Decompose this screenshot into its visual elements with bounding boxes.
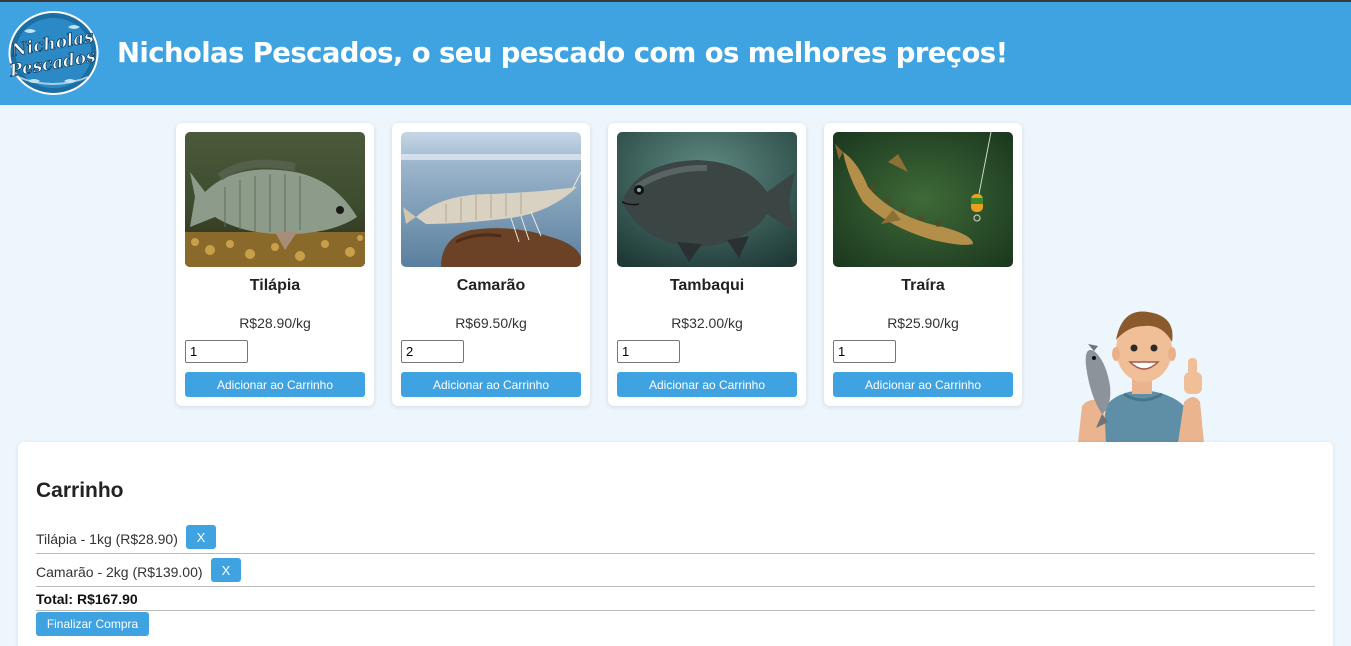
page-title: Nicholas Pescados, o seu pescado com os … bbox=[117, 37, 1008, 69]
add-to-cart-button[interactable]: Adicionar ao Carrinho bbox=[833, 372, 1013, 397]
cart-total: Total: R$167.90 bbox=[36, 591, 1315, 611]
product-name: Tambaqui bbox=[669, 277, 745, 294]
shrimp-photo bbox=[401, 132, 581, 267]
add-to-cart-button[interactable]: Adicionar ao Carrinho bbox=[617, 372, 797, 397]
quantity-input[interactable] bbox=[185, 340, 248, 363]
cart-item: Camarão - 2kg (R$139.00) X bbox=[36, 554, 1315, 587]
quantity-input[interactable] bbox=[833, 340, 896, 363]
cart-item-text: Tilápia - 1kg (R$28.90) bbox=[36, 531, 178, 547]
product-card-camarao: Camarão R$69.50/kg Adicionar ao Carrinho bbox=[392, 123, 590, 406]
kid-with-fish-image bbox=[1072, 306, 1214, 443]
remove-item-button[interactable]: X bbox=[186, 525, 216, 549]
product-card-traira: Traíra R$25.90/kg Adicionar ao Carrinho bbox=[824, 123, 1022, 406]
add-to-cart-button[interactable]: Adicionar ao Carrinho bbox=[185, 372, 365, 397]
finalize-purchase-button[interactable]: Finalizar Compra bbox=[36, 612, 149, 636]
quantity-input[interactable] bbox=[401, 340, 464, 363]
product-price: R$25.90/kg bbox=[887, 315, 959, 331]
product-price: R$28.90/kg bbox=[239, 315, 311, 331]
product-name: Tilápia bbox=[249, 277, 301, 294]
product-price: R$32.00/kg bbox=[671, 315, 743, 331]
cart-title: Carrinho bbox=[36, 479, 124, 502]
product-card-tambaqui: Tambaqui R$32.00/kg Adicionar ao Carrinh… bbox=[608, 123, 806, 406]
product-card-tilapia: Tilápia R$28.90/kg Adicionar ao Carrinho bbox=[176, 123, 374, 406]
quantity-input[interactable] bbox=[617, 340, 680, 363]
add-to-cart-button[interactable]: Adicionar ao Carrinho bbox=[401, 372, 581, 397]
product-name: Camarão bbox=[456, 277, 526, 294]
tambaqui-photo bbox=[617, 132, 797, 267]
product-price: R$69.50/kg bbox=[455, 315, 527, 331]
cart-item: Tilápia - 1kg (R$28.90) X bbox=[36, 521, 1315, 554]
cart-section: Carrinho Tilápia - 1kg (R$28.90) X Camar… bbox=[18, 442, 1333, 646]
logo: Nicholas Pescados bbox=[7, 11, 99, 95]
remove-item-button[interactable]: X bbox=[211, 558, 241, 582]
cart-item-text: Camarão - 2kg (R$139.00) bbox=[36, 564, 203, 580]
traira-photo bbox=[833, 132, 1013, 267]
site-header: Nicholas Pescados Nicholas Pescados, o s… bbox=[0, 2, 1351, 105]
product-name: Traíra bbox=[901, 277, 945, 294]
tilapia-photo bbox=[185, 132, 365, 267]
